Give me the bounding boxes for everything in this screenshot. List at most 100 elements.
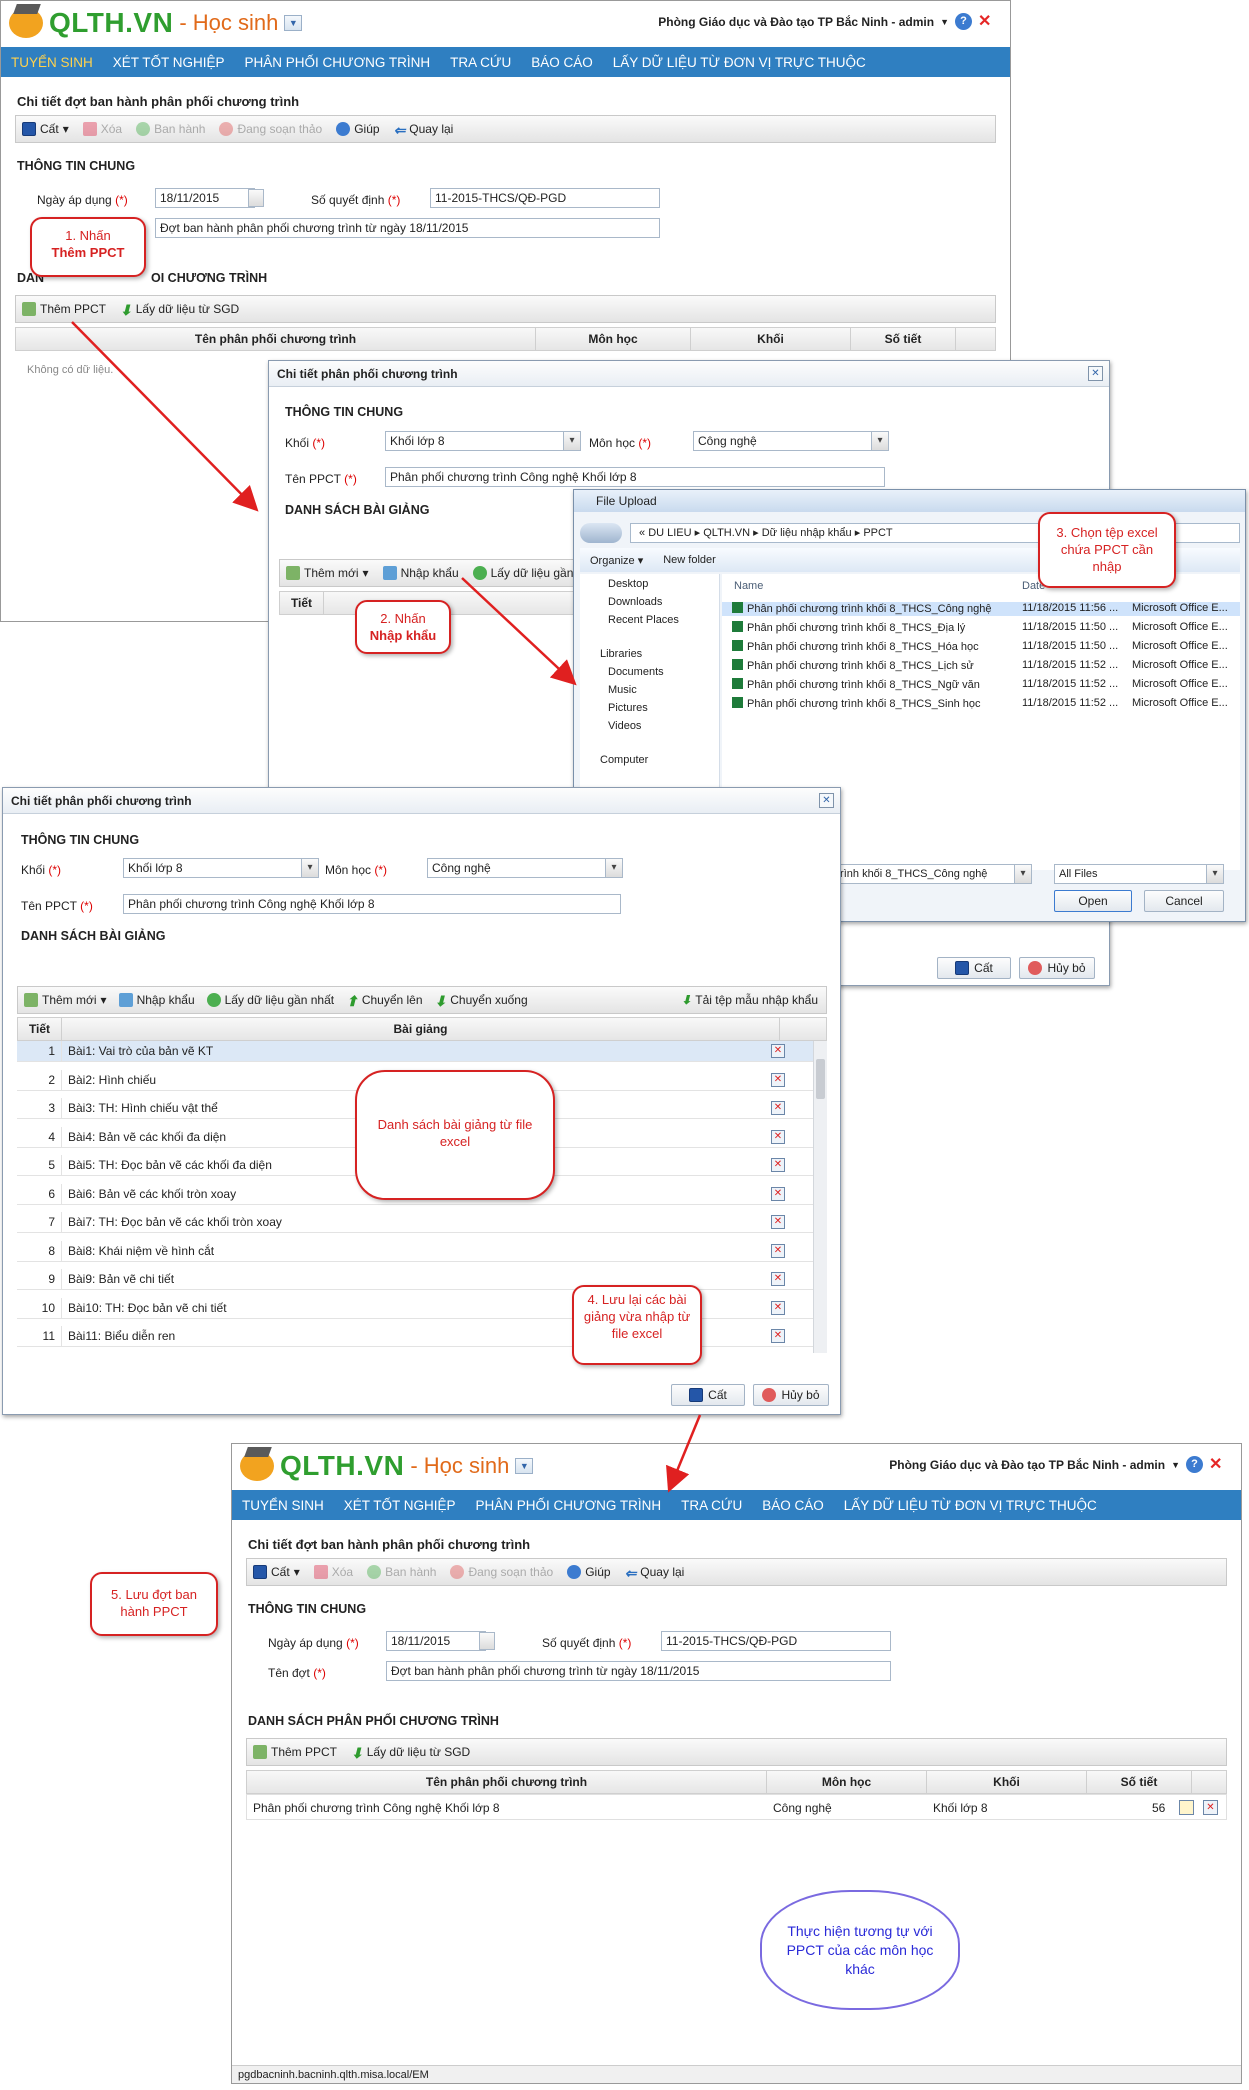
calendar-icon[interactable] bbox=[479, 1632, 495, 1650]
ppct-name-input[interactable]: Phân phối chương trình Công nghệ Khối lớ… bbox=[123, 894, 621, 914]
lesson-title[interactable]: Bài1: Vai trò của bản vẽ KT bbox=[61, 1041, 213, 1062]
save-button[interactable]: Cất bbox=[937, 957, 1011, 979]
help-icon[interactable]: ? bbox=[1186, 1456, 1203, 1473]
delete-row-icon[interactable]: ✕ bbox=[771, 1158, 785, 1172]
user-menu[interactable]: Phòng Giáo dục và Đào tạo TP Bắc Ninh - … bbox=[889, 1456, 1229, 1473]
tree-computer[interactable]: Computer bbox=[600, 754, 648, 766]
app-switch-dropdown-icon[interactable]: ▼ bbox=[284, 15, 303, 31]
col-lesson[interactable]: Bài giảng bbox=[62, 1018, 780, 1040]
tree-recent[interactable]: Recent Places bbox=[608, 614, 679, 626]
lesson-title[interactable]: Bài5: TH: Đọc bản vẽ các khối đa diện bbox=[61, 1155, 272, 1176]
lesson-title[interactable]: Bài4: Bản vẽ các khối đa diện bbox=[61, 1126, 226, 1148]
help-button[interactable]: Giúp bbox=[336, 122, 380, 136]
filename-input[interactable]: trình khối 8_THCS_Công nghệ bbox=[832, 864, 1032, 884]
open-button[interactable]: Open bbox=[1054, 890, 1132, 912]
table-row[interactable]: 7 Bài7: TH: Đọc bản vẽ các khối tròn xoay… bbox=[17, 1212, 813, 1233]
nav-lay-du-lieu[interactable]: LẤY DỮ LIỆU TỪ ĐƠN VỊ TRỰC THUỘC bbox=[844, 1498, 1097, 1513]
cancel-button[interactable]: Hủy bỏ bbox=[1019, 957, 1095, 979]
tree-desktop[interactable]: Desktop bbox=[608, 578, 648, 590]
batch-name-input[interactable]: Đợt ban hành phân phối chương trình từ n… bbox=[386, 1661, 891, 1681]
delete-row-icon[interactable]: ✕ bbox=[771, 1072, 785, 1087]
nav-bao-cao[interactable]: BÁO CÁO bbox=[762, 1498, 824, 1513]
nav-tuyen-sinh[interactable]: TUYỂN SINH bbox=[11, 55, 93, 70]
issue-button[interactable]: Ban hành bbox=[367, 1565, 436, 1579]
subject-select[interactable]: Công nghệ bbox=[427, 858, 623, 878]
back-button[interactable]: ⇐ Quay lại bbox=[625, 1565, 685, 1581]
search-input[interactable] bbox=[1170, 523, 1240, 543]
file-row[interactable]: Phân phối chương trình khối 8_THCS_Công … bbox=[722, 602, 1240, 616]
delete-row-icon[interactable]: ✕ bbox=[771, 1215, 785, 1229]
lesson-title[interactable]: Bài2: Hình chiếu bbox=[61, 1069, 156, 1091]
ppct-name-input[interactable]: Phân phối chương trình Công nghệ Khối lớ… bbox=[385, 467, 885, 487]
user-menu[interactable]: Phòng Giáo dục và Đào tạo TP Bắc Ninh - … bbox=[658, 13, 998, 30]
back-forward-icon[interactable] bbox=[580, 523, 622, 543]
file-row[interactable]: Phân phối chương trình khối 8_THCS_Hóa h… bbox=[722, 640, 1240, 654]
delete-row-icon[interactable]: ✕ bbox=[771, 1300, 785, 1315]
get-sgd-button[interactable]: ⬇ Lấy dữ liệu từ SGD bbox=[351, 1745, 470, 1761]
lesson-title[interactable]: Bài3: TH: Hình chiếu vật thể bbox=[61, 1098, 218, 1119]
calendar-icon[interactable] bbox=[248, 189, 264, 207]
nav-bao-cao[interactable]: BÁO CÁO bbox=[531, 55, 593, 70]
lessons-scrollbar[interactable] bbox=[813, 1041, 827, 1353]
close-icon[interactable]: ✕ bbox=[819, 793, 834, 808]
col-subject[interactable]: Môn học bbox=[536, 328, 691, 350]
get-latest-button[interactable]: Lấy dữ liệu gần nhất bbox=[206, 993, 334, 1007]
col-name[interactable]: Tên phân phối chương trình bbox=[247, 1771, 767, 1793]
col-periods[interactable]: Số tiết bbox=[1087, 1771, 1192, 1793]
import-button[interactable]: Nhập khẩu bbox=[118, 993, 195, 1007]
add-new-button[interactable]: Thêm mới ▾ bbox=[24, 993, 107, 1007]
col-subject[interactable]: Môn học bbox=[767, 1771, 927, 1793]
col-name[interactable]: Tên phân phối chương trình bbox=[16, 328, 536, 350]
file-row[interactable]: Phân phối chương trình khối 8_THCS_Địa l… bbox=[722, 621, 1240, 635]
org-user-label[interactable]: Phòng Giáo dục và Đào tạo TP Bắc Ninh - … bbox=[889, 1458, 1165, 1472]
lesson-title[interactable]: Bài11: Biểu diễn ren bbox=[61, 1326, 175, 1347]
nav-xet-tot-nghiep[interactable]: XÉT TỐT NGHIỆP bbox=[113, 55, 225, 70]
nav-tra-cuu[interactable]: TRA CỨU bbox=[450, 55, 511, 70]
move-down-button[interactable]: ⬇ Chuyển xuống bbox=[435, 993, 528, 1009]
lesson-title[interactable]: Bài9: Bản vẽ chi tiết bbox=[61, 1269, 174, 1290]
close-icon[interactable]: ✕ bbox=[1088, 366, 1103, 381]
add-ppct-button[interactable]: Thêm PPCT bbox=[253, 1745, 337, 1759]
table-row[interactable]: 8 Bài8: Khái niệm về hình cắt ✕ bbox=[17, 1240, 813, 1262]
lesson-title[interactable]: Bài10: TH: Đọc bản vẽ chi tiết bbox=[61, 1297, 227, 1319]
lesson-title[interactable]: Bài8: Khái niệm về hình cắt bbox=[61, 1240, 214, 1262]
help-icon[interactable]: ? bbox=[955, 13, 972, 30]
organize-button[interactable]: Organize ▾ bbox=[590, 554, 643, 567]
file-type-select[interactable]: All Files bbox=[1054, 864, 1224, 884]
delete-button[interactable]: Xóa bbox=[313, 1565, 353, 1579]
col-grade[interactable]: Khối bbox=[927, 1771, 1087, 1793]
cancel-button[interactable]: Hủy bỏ bbox=[753, 1384, 829, 1406]
get-sgd-button[interactable]: ⬇ Lấy dữ liệu từ SGD bbox=[120, 302, 239, 318]
subject-select[interactable]: Công nghệ bbox=[693, 431, 889, 451]
file-row[interactable]: Phân phối chương trình khối 8_THCS_Sinh … bbox=[722, 697, 1240, 711]
grade-select[interactable]: Khối lớp 8 bbox=[385, 431, 581, 451]
drafting-button[interactable]: Đang soạn thảo bbox=[219, 122, 322, 136]
decision-input[interactable]: 11-2015-THCS/QĐ-PGD bbox=[661, 1631, 891, 1651]
batch-name-input[interactable]: Đợt ban hành phân phối chương trình từ n… bbox=[155, 218, 660, 238]
lesson-title[interactable]: Bài6: Bản vẽ các khối tròn xoay bbox=[61, 1183, 236, 1205]
get-latest-button[interactable]: Lấy dữ liệu gần bbox=[472, 566, 573, 580]
col-period[interactable]: Tiết bbox=[18, 1018, 62, 1040]
tree-music[interactable]: Music bbox=[608, 684, 637, 696]
tree-libraries[interactable]: Libraries bbox=[600, 648, 642, 660]
add-new-button[interactable]: Thêm mới ▾ bbox=[286, 566, 369, 580]
lesson-title[interactable]: Bài7: TH: Đọc bản vẽ các khối tròn xoay bbox=[61, 1212, 282, 1233]
scrollbar-thumb[interactable] bbox=[816, 1059, 825, 1099]
drafting-button[interactable]: Đang soạn thảo bbox=[450, 1565, 553, 1579]
edit-icon[interactable] bbox=[1179, 1800, 1194, 1815]
tree-downloads[interactable]: Downloads bbox=[608, 596, 662, 608]
decision-input[interactable]: 11-2015-THCS/QĐ-PGD bbox=[430, 188, 660, 208]
delete-row-icon[interactable]: ✕ bbox=[771, 1272, 785, 1286]
delete-row-icon[interactable]: ✕ bbox=[771, 1243, 785, 1258]
col-name[interactable]: Name bbox=[734, 580, 763, 592]
grade-select[interactable]: Khối lớp 8 bbox=[123, 858, 319, 878]
back-button[interactable]: ⇐ Quay lại bbox=[394, 122, 454, 138]
table-row[interactable]: Phân phối chương trình Công nghệ Khối lớ… bbox=[246, 1794, 1227, 1820]
delete-button[interactable]: Xóa bbox=[82, 122, 122, 136]
tree-documents[interactable]: Documents bbox=[608, 666, 664, 678]
nav-phan-phoi[interactable]: PHÂN PHỐI CHƯƠNG TRÌNH bbox=[245, 55, 431, 70]
nav-phan-phoi[interactable]: PHÂN PHỐI CHƯƠNG TRÌNH bbox=[476, 1498, 662, 1513]
file-row[interactable]: Phân phối chương trình khối 8_THCS_Lịch … bbox=[722, 659, 1240, 673]
col-grade[interactable]: Khối bbox=[691, 328, 851, 350]
file-row[interactable]: Phân phối chương trình khối 8_THCS_Ngữ v… bbox=[722, 678, 1240, 692]
